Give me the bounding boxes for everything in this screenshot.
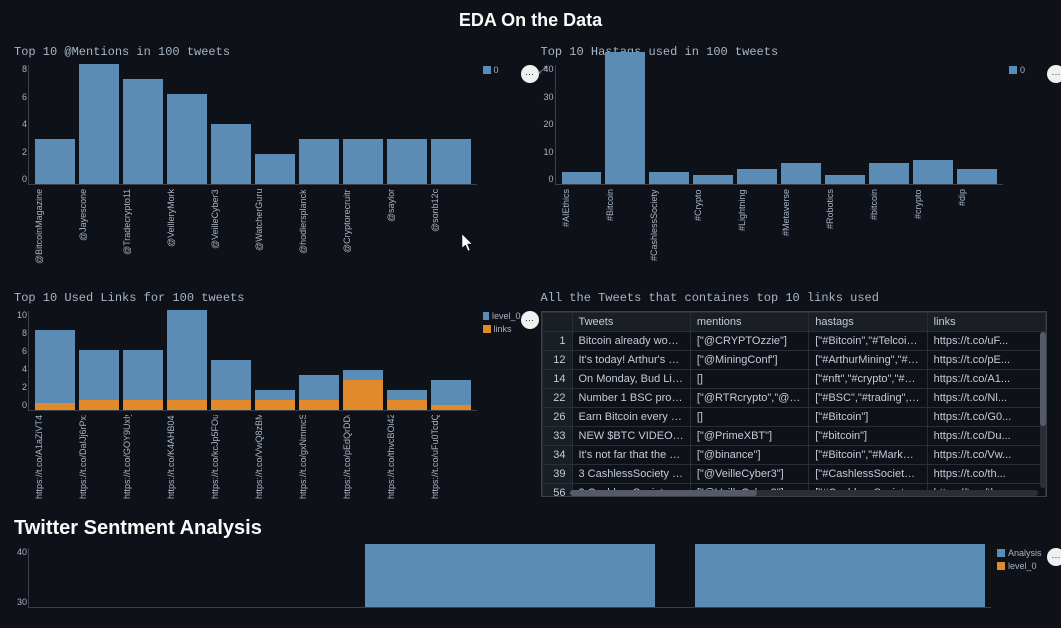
- table-row[interactable]: 12It's today! Arthur's expert...["@Minin…: [542, 351, 1046, 370]
- sentiment-chart: 4030 Analysis level_0 ⋯: [14, 548, 1047, 608]
- page-title: EDA On the Data: [14, 10, 1047, 31]
- legend-label: links: [494, 324, 512, 334]
- legend-label: level_0: [492, 311, 521, 321]
- chart-menu-button[interactable]: ⋯: [521, 311, 539, 329]
- legend-label: 0: [494, 65, 499, 75]
- table-row[interactable]: 1Bitcoin already won, eve...["@CRYPTOzzi…: [542, 332, 1046, 351]
- links-chart: 1086420 level_0 links ⋯: [14, 311, 521, 411]
- bars: [29, 65, 477, 184]
- chart-menu-button[interactable]: ⋯: [1047, 548, 1061, 566]
- bars: [556, 65, 1004, 184]
- swatch-icon: [483, 66, 491, 74]
- chart-menu-button[interactable]: ⋯: [1047, 65, 1061, 83]
- mentions-chart: 86420 0 ⋯: [14, 65, 521, 185]
- y-axis: 86420: [15, 65, 29, 184]
- plot-area: 1086420: [28, 311, 477, 411]
- swatch-icon: [997, 549, 1005, 557]
- table-header[interactable]: Tweets: [572, 313, 690, 332]
- x-labels: https://t.co/A1aZiVT4wvhttps://t.co/DaIJ…: [28, 411, 477, 499]
- table-row[interactable]: 34It's not far that the next Bi...["@bin…: [542, 446, 1046, 465]
- plot-area: 4030: [28, 548, 991, 608]
- table-row[interactable]: 33NEW $BTC VIDEO My upd...["@PrimeXBT"][…: [542, 427, 1046, 446]
- x-labels: @BitcoinMagazine@Jayescone@Tradecrypto11…: [28, 185, 477, 273]
- vertical-scrollbar[interactable]: [1040, 332, 1046, 488]
- table-row[interactable]: 393 CashlessSociety must n...["@VeilleCy…: [542, 465, 1046, 484]
- y-axis: 4030: [15, 548, 29, 607]
- plot-area: 86420: [28, 65, 477, 185]
- plot-area: 403020100: [555, 65, 1004, 185]
- tweets-table[interactable]: Tweetsmentionshastagslinks 1Bitcoin alre…: [541, 311, 1048, 497]
- swatch-icon: [997, 562, 1005, 570]
- table-row[interactable]: 14On Monday, Bud Light rev...[]["#nft","…: [542, 370, 1046, 389]
- table-title: All the Tweets that containes top 10 lin…: [541, 291, 1048, 305]
- legend: level_0 links: [477, 311, 521, 411]
- table-header[interactable]: mentions: [690, 313, 808, 332]
- horizontal-scrollbar[interactable]: [570, 490, 1039, 496]
- swatch-icon: [1009, 66, 1017, 74]
- legend: 0: [477, 65, 521, 185]
- bars: [29, 548, 991, 607]
- chart-title-mentions: Top 10 @Mentions in 100 tweets: [14, 45, 521, 59]
- table-row[interactable]: 22Number 1 BSC project!$F...["@RTRcrypto…: [542, 389, 1046, 408]
- bars: [29, 311, 477, 410]
- table-header[interactable]: hastags: [809, 313, 927, 332]
- legend-label: Analysis: [1008, 548, 1042, 558]
- table-header[interactable]: links: [927, 313, 1045, 332]
- chart-title-links: Top 10 Used Links for 100 tweets: [14, 291, 521, 305]
- swatch-icon: [483, 325, 491, 333]
- hashtags-chart: ⤢ 403020100 0 ⋯: [541, 65, 1048, 185]
- x-labels: #AIEthics#Bitcoin#CashlessSociety#Crypto…: [555, 185, 1004, 273]
- legend-label: 0: [1020, 65, 1025, 75]
- section-title-sentiment: Twitter Sentment Analysis: [14, 517, 1047, 540]
- legend-label: level_0: [1008, 561, 1037, 571]
- legend: 0: [1003, 65, 1047, 185]
- table-header[interactable]: [542, 313, 572, 332]
- chart-menu-button[interactable]: ⋯: [521, 65, 539, 83]
- y-axis: 1086420: [15, 311, 29, 410]
- table-row[interactable]: 26Earn Bitcoin every day ev...[]["#Bitco…: [542, 408, 1046, 427]
- swatch-icon: [483, 312, 489, 320]
- legend: Analysis level_0: [991, 548, 1047, 608]
- y-axis: 403020100: [542, 65, 556, 184]
